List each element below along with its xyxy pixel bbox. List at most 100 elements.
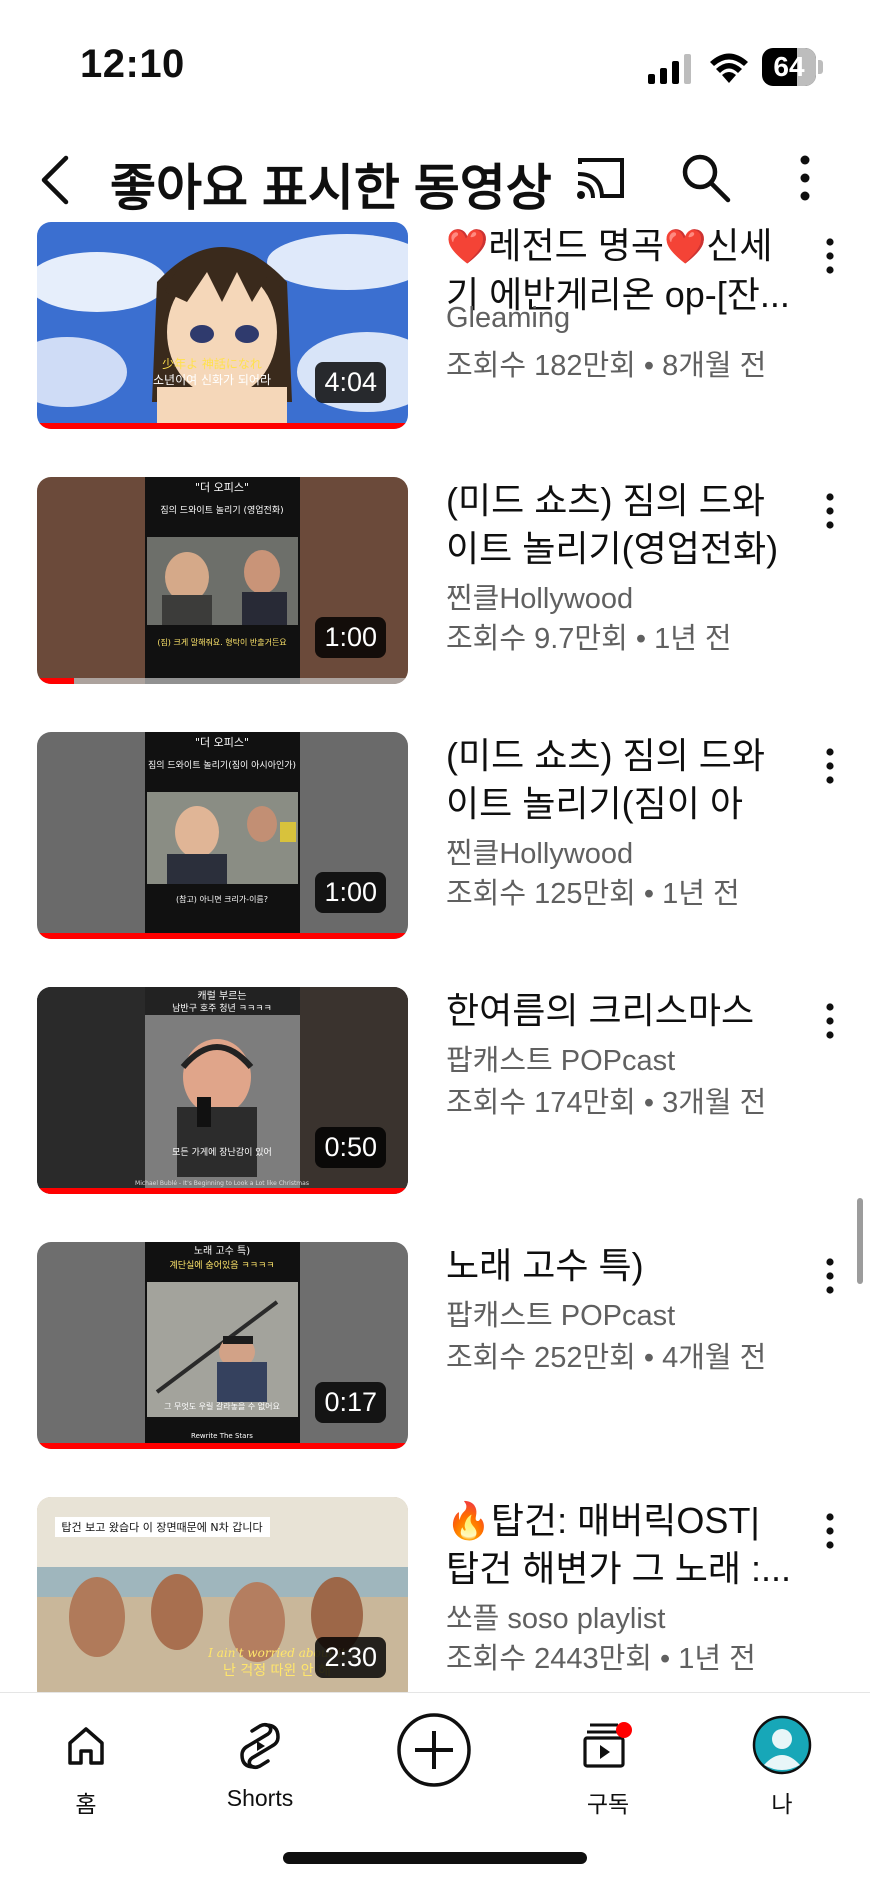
video-item[interactable]: "더 오피스" 짐의 드와이트 놀리기(짐이 아시아인가) (참고) 아니면 크… bbox=[0, 732, 870, 942]
app-header: 좋아요 표시한 동영상 bbox=[0, 130, 870, 230]
watch-progress bbox=[37, 423, 408, 429]
battery-icon: 64 bbox=[762, 48, 824, 86]
watch-progress bbox=[37, 678, 408, 684]
upload-age: 1년 전 bbox=[654, 623, 732, 655]
nav-me[interactable]: 나 bbox=[712, 1713, 852, 1817]
video-item[interactable]: 노래 고수 특) 계단실에 숨어있음 ㅋㅋㅋㅋ 그 무엇도 우릴 갈라놓을 수 … bbox=[0, 1242, 870, 1452]
upload-age: 8개월 전 bbox=[662, 350, 767, 382]
nav-shorts[interactable]: Shorts bbox=[190, 1713, 330, 1813]
wifi-icon bbox=[710, 53, 748, 83]
upload-age: 1년 전 bbox=[678, 1643, 756, 1675]
video-thumbnail[interactable]: "더 오피스" 짐의 드와이트 놀리기(짐이 아시아인가) (참고) 아니면 크… bbox=[37, 732, 408, 939]
upload-age: 4개월 전 bbox=[662, 1342, 767, 1374]
battery-level: 64 bbox=[773, 51, 805, 82]
video-title[interactable]: (미드 쇼츠) 짐의 드와이트 놀리기(짐이 아시... bbox=[446, 732, 798, 828]
channel-name[interactable]: 찐클Hollywood bbox=[446, 575, 633, 617]
nav-create-button[interactable] bbox=[364, 1713, 504, 1813]
duration-badge: 0:17 bbox=[315, 1382, 386, 1423]
svg-text:짐의 드와이트 놀리기 (영업전화): 짐의 드와이트 놀리기 (영업전화) bbox=[160, 504, 283, 516]
upload-age: 1년 전 bbox=[662, 878, 740, 910]
svg-text:노래 고수 특): 노래 고수 특) bbox=[194, 1245, 250, 1257]
svg-text:Michael Bublé - It's Beginning: Michael Bublé - It's Beginning to Look a… bbox=[135, 1180, 309, 1187]
nav-label: 구독 bbox=[586, 1791, 630, 1817]
back-arrow-icon[interactable] bbox=[30, 140, 80, 220]
video-thumbnail[interactable]: "더 오피스" 짐의 드와이트 놀리기 (영업전화) (짐) 크게 말해줘요. … bbox=[37, 477, 408, 684]
more-vert-icon[interactable] bbox=[808, 228, 852, 288]
create-plus-icon bbox=[397, 1713, 471, 1787]
view-count: 조회수 9.7만회 bbox=[446, 623, 628, 655]
thumb-caption-jp: 少年よ 神話になれ bbox=[162, 356, 262, 371]
video-title[interactable]: 🔥탑건: 매버릭OST| 탑건 해변가 그 노래 :... bbox=[446, 1497, 798, 1593]
video-meta: 조회수 9.7만회 • 1년 전 bbox=[446, 623, 732, 655]
video-title[interactable]: 노래 고수 특) bbox=[446, 1242, 798, 1290]
channel-name[interactable]: 팝캐스트 POPcast bbox=[446, 1292, 675, 1334]
status-time: 12:10 bbox=[80, 42, 185, 86]
svg-text:그 무엇도 우릴 갈라놓을 수 없어요: 그 무엇도 우릴 갈라놓을 수 없어요 bbox=[164, 1401, 280, 1411]
svg-text:모든 가게에 장난감이 있어: 모든 가게에 장난감이 있어 bbox=[172, 1146, 272, 1158]
video-meta: 조회수 252만회 • 4개월 전 bbox=[446, 1342, 767, 1374]
watch-progress bbox=[37, 1188, 408, 1194]
page-title: 좋아요 표시한 동영상 bbox=[110, 160, 552, 216]
svg-text:(짐) 크게 말해줘요. 형탁이 반출거든요: (짐) 크게 말해줘요. 형탁이 반출거든요 bbox=[157, 637, 286, 647]
search-icon[interactable] bbox=[676, 148, 734, 206]
channel-name[interactable]: Gleaming bbox=[446, 302, 570, 335]
svg-text:캐럴 부르는: 캐럴 부르는 bbox=[197, 989, 246, 1002]
channel-name[interactable]: 쏘플 soso playlist bbox=[446, 1595, 665, 1637]
more-vert-icon[interactable] bbox=[808, 993, 852, 1053]
video-item[interactable]: 탑건 보고 왔습다 이 장면때문에 N차 갑니다 I ain't worried… bbox=[0, 1497, 870, 1692]
liked-videos-list[interactable]: 少年よ 神話になれ 소년이여 신화가 되어라 4:04 ❤️레전드 명곡❤️신세… bbox=[0, 222, 870, 1692]
video-thumbnail[interactable]: 캐럴 부르는 남반구 호주 청년 ㅋㅋㅋㅋ 모든 가게에 장난감이 있어 Mic… bbox=[37, 987, 408, 1194]
cast-icon[interactable] bbox=[572, 150, 628, 206]
view-count: 조회수 252만회 bbox=[446, 1342, 636, 1374]
video-meta: 조회수 182만회 • 8개월 전 bbox=[446, 350, 767, 382]
svg-text:계단실에 숨어있음 ㅋㅋㅋㅋ: 계단실에 숨어있음 ㅋㅋㅋㅋ bbox=[169, 1259, 274, 1271]
home-indicator[interactable] bbox=[283, 1852, 587, 1864]
svg-text:"더 오피스": "더 오피스" bbox=[195, 481, 249, 494]
duration-badge: 1:00 bbox=[315, 872, 386, 913]
video-meta: 조회수 174만회 • 3개월 전 bbox=[446, 1087, 767, 1119]
status-bar: 12:10 64 bbox=[0, 0, 870, 130]
video-title[interactable]: (미드 쇼츠) 짐의 드와이트 놀리기(영업전화) (... bbox=[446, 477, 798, 573]
subscriptions-icon bbox=[583, 1722, 632, 1768]
video-thumbnail[interactable]: 少年よ 神話になれ 소년이여 신화가 되어라 4:04 bbox=[37, 222, 408, 429]
svg-text:"더 오피스": "더 오피스" bbox=[195, 736, 249, 749]
nav-subscriptions[interactable]: 구독 bbox=[538, 1713, 678, 1817]
nav-label: Shorts bbox=[226, 1785, 294, 1811]
more-vert-icon[interactable] bbox=[780, 148, 830, 208]
channel-name[interactable]: 찐클Hollywood bbox=[446, 830, 633, 872]
svg-text:남반구 호주 청년 ㅋㅋㅋㅋ: 남반구 호주 청년 ㅋㅋㅋㅋ bbox=[172, 1003, 272, 1014]
home-icon bbox=[68, 1727, 104, 1765]
video-thumbnail[interactable]: 탑건 보고 왔습다 이 장면때문에 N차 갑니다 I ain't worried… bbox=[37, 1497, 408, 1692]
duration-badge: 1:00 bbox=[315, 617, 386, 658]
scroll-indicator[interactable] bbox=[857, 1198, 863, 1284]
video-meta: 조회수 2443만회 • 1년 전 bbox=[446, 1643, 756, 1675]
svg-text:탑건 보고 왔습다 이 장면때문에 N차 갑니다: 탑건 보고 왔습다 이 장면때문에 N차 갑니다 bbox=[61, 1521, 262, 1534]
heart-emoji: ❤️ bbox=[446, 228, 489, 266]
view-count: 조회수 125만회 bbox=[446, 878, 636, 910]
svg-text:짐의 드와이트 놀리기(짐이 아시아인가): 짐의 드와이트 놀리기(짐이 아시아인가) bbox=[148, 759, 296, 771]
more-vert-icon[interactable] bbox=[808, 1248, 852, 1308]
video-title[interactable]: 한여름의 크리스마스 bbox=[446, 987, 798, 1035]
channel-name[interactable]: 팝캐스트 POPcast bbox=[446, 1037, 675, 1079]
view-count: 조회수 2443만회 bbox=[446, 1643, 652, 1675]
upload-age: 3개월 전 bbox=[662, 1087, 767, 1119]
svg-text:(참고) 아니면 크리가-이름?: (참고) 아니면 크리가-이름? bbox=[176, 894, 268, 904]
nav-home[interactable]: 홈 bbox=[16, 1713, 156, 1817]
more-vert-icon[interactable] bbox=[808, 738, 852, 798]
cellular-signal-icon bbox=[648, 54, 691, 84]
notification-dot bbox=[616, 1722, 632, 1738]
more-vert-icon[interactable] bbox=[808, 483, 852, 543]
watch-progress bbox=[37, 933, 408, 939]
video-item[interactable]: 캐럴 부르는 남반구 호주 청년 ㅋㅋㅋㅋ 모든 가게에 장난감이 있어 Mic… bbox=[0, 987, 870, 1197]
video-meta: 조회수 125만회 • 1년 전 bbox=[446, 878, 740, 910]
nav-label: 나 bbox=[771, 1791, 793, 1817]
nav-label: 홈 bbox=[75, 1791, 97, 1817]
video-item[interactable]: "더 오피스" 짐의 드와이트 놀리기 (영업전화) (짐) 크게 말해줘요. … bbox=[0, 477, 870, 687]
video-thumbnail[interactable]: 노래 고수 특) 계단실에 숨어있음 ㅋㅋㅋㅋ 그 무엇도 우릴 갈라놓을 수 … bbox=[37, 1242, 408, 1449]
watch-progress bbox=[37, 1443, 408, 1449]
avatar-icon bbox=[752, 1715, 812, 1775]
fire-emoji: 🔥 bbox=[446, 1500, 491, 1541]
duration-badge: 4:04 bbox=[315, 362, 386, 403]
more-vert-icon[interactable] bbox=[808, 1503, 852, 1563]
video-item[interactable]: 少年よ 神話になれ 소년이여 신화가 되어라 4:04 ❤️레전드 명곡❤️신세… bbox=[0, 222, 870, 432]
